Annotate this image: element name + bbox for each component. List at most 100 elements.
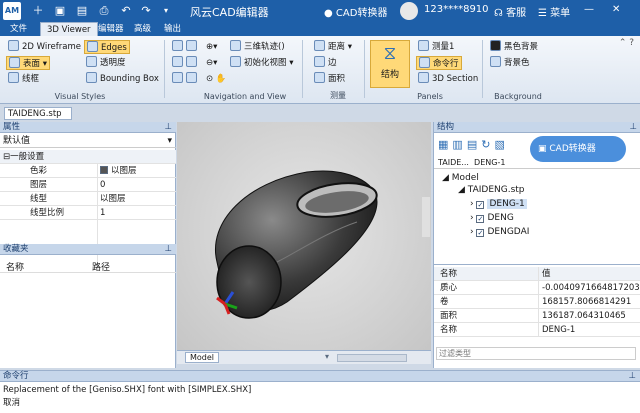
bg-color-button[interactable]: 背景色 xyxy=(488,56,532,70)
app-logo: AM xyxy=(3,2,21,20)
tree-node-deng[interactable]: › ✓ DENG xyxy=(470,213,514,223)
measure1-button[interactable]: 测量1 xyxy=(416,40,456,54)
bounding-box-button[interactable]: Bounding Box xyxy=(84,72,161,86)
prop-row[interactable]: 线型 以图层 xyxy=(0,192,176,206)
command-panel: 命令行 ⊥ Replacement of the [Geniso.SHX] fon… xyxy=(0,370,640,413)
divider xyxy=(482,40,483,98)
tab-3d-viewer[interactable]: 3D Viewer xyxy=(40,22,98,36)
prop-row[interactable]: 图层 0 xyxy=(0,178,176,192)
2d-wireframe-button[interactable]: 2D Wireframe xyxy=(6,40,83,54)
menu-button[interactable]: ☰ 菜单 xyxy=(538,4,570,19)
document-tab[interactable]: TAIDENG.stp ⊠ xyxy=(4,107,72,131)
wireframe-icon xyxy=(8,72,19,83)
init-view-button[interactable]: 初始化视图 ▾ xyxy=(228,56,295,70)
folder-icon[interactable]: ▣ xyxy=(52,3,68,19)
list-icon: ▦ xyxy=(438,138,453,151)
ribbon: 2D Wireframe Edges 表面 ▾ 透明度 线框 Bounding … xyxy=(0,36,640,104)
table-row[interactable]: 名称 DENG-1 xyxy=(434,323,640,337)
tree-node-deng1[interactable]: › ✓ DENG-1 xyxy=(470,199,527,209)
chevron-down-icon[interactable]: ▾ xyxy=(325,352,329,361)
converter-icon: ▣ xyxy=(538,144,547,154)
3d-viewport[interactable] xyxy=(177,122,431,362)
save-icon[interactable]: ▤ xyxy=(74,3,90,19)
edge-button[interactable]: 边 xyxy=(312,56,339,70)
command-line-button[interactable]: 命令行 xyxy=(416,56,462,70)
headset-icon: ☊ xyxy=(494,8,503,19)
defaults-dropdown[interactable]: 默认值 ▾ xyxy=(0,134,176,148)
distance-icon xyxy=(314,40,325,51)
checkbox[interactable]: ✓ xyxy=(476,201,485,209)
surface-button[interactable]: 表面 ▾ xyxy=(6,56,50,70)
nav-icon-b[interactable] xyxy=(170,56,202,70)
structure-toolbar[interactable]: ▦▥▤↻▧ xyxy=(438,138,509,151)
transparency-button[interactable]: 透明度 xyxy=(84,56,128,70)
print-icon[interactable]: ⎙ xyxy=(96,3,112,19)
tree-node-model[interactable]: ◢ Model xyxy=(442,173,479,183)
service-link[interactable]: ☊ 客服 xyxy=(494,4,526,19)
close-button[interactable]: ✕ xyxy=(612,4,620,15)
surface-icon xyxy=(9,57,20,68)
hand-icon[interactable]: ⊙ ✋ xyxy=(204,72,228,86)
table-row[interactable]: 质心-0.0040971664817203;-... xyxy=(434,281,640,295)
pin-icon[interactable]: ⊥ xyxy=(165,122,172,133)
edges-button[interactable]: Edges xyxy=(84,40,130,54)
orbit-icon xyxy=(230,40,241,51)
nav-icon-c[interactable] xyxy=(170,72,202,86)
bounding-box-icon xyxy=(86,72,97,83)
pin-icon[interactable]: ⊥ xyxy=(165,244,172,255)
model-tab[interactable]: Model xyxy=(185,352,220,363)
area-button[interactable]: 面积 xyxy=(312,72,347,86)
window-title: 风云CAD编辑器 xyxy=(190,6,269,19)
filter-input[interactable] xyxy=(436,347,636,360)
converter-link[interactable]: ● CAD转换器 xyxy=(324,4,387,19)
grid-icon: ▥ xyxy=(452,138,467,151)
wireframe-icon xyxy=(8,40,19,51)
tab-file[interactable]: 文件 xyxy=(4,22,33,36)
black-bg-icon xyxy=(490,40,501,51)
3d-section-button[interactable]: 3D Section xyxy=(416,72,480,86)
structure-button[interactable]: ⧖ 结构 xyxy=(370,40,410,88)
orbit-button[interactable]: 三维轨迹() xyxy=(228,40,287,54)
prop-row[interactable]: 线型比例 1 xyxy=(0,206,176,220)
redo-icon[interactable]: ↷ xyxy=(138,3,154,19)
bg-color-icon xyxy=(490,56,501,67)
command-output-line: 取消 xyxy=(3,398,21,408)
structure-header: 结构 ⊥ xyxy=(434,122,640,133)
checkbox[interactable]: ✓ xyxy=(476,229,485,237)
undo-icon[interactable]: ↶ xyxy=(118,3,134,19)
tab-advanced[interactable]: 高级 xyxy=(128,22,157,36)
edge-icon xyxy=(314,56,325,67)
prop-row[interactable]: 色彩 以图层 xyxy=(0,164,176,178)
wireframe-button[interactable]: 线框 xyxy=(6,72,41,86)
help-icon[interactable]: ⌃ ? xyxy=(619,38,634,48)
measure-icon xyxy=(418,40,429,51)
minimize-button[interactable]: — xyxy=(584,4,594,15)
table-row[interactable]: 卷 168157.8066814291 xyxy=(434,295,640,309)
nav-icon-a[interactable] xyxy=(170,40,202,54)
scroll-handle[interactable] xyxy=(422,197,430,237)
tab-output[interactable]: 输出 xyxy=(158,22,187,36)
tab-editor[interactable]: 编辑器 xyxy=(92,22,130,36)
dropdown-icon[interactable]: ▾ xyxy=(158,3,174,19)
zoom-out-icon[interactable]: ⊖▾ xyxy=(204,56,219,70)
pin-icon[interactable]: ⊥ xyxy=(629,371,636,382)
command-output-line: Replacement of the [Geniso.SHX] font wit… xyxy=(3,385,252,395)
viewport-bottom-bar: Model ▾ xyxy=(177,350,431,364)
tree-node-file[interactable]: ◢ TAIDENG.stp xyxy=(458,185,525,195)
distance-button[interactable]: 距离 ▾ xyxy=(312,40,354,54)
avatar[interactable] xyxy=(400,2,418,20)
lamp-model xyxy=(215,170,378,319)
converter-badge[interactable]: ▣ CAD转换器 xyxy=(530,136,626,162)
title-bar: AM ＋ ▣ ▤ ⎙ ↶ ↷ ▾ 风云CAD编辑器 ● CAD转换器 123**… xyxy=(0,0,640,22)
tree-node-dengdai[interactable]: › ✓ DENGDAI xyxy=(470,227,529,237)
table-row[interactable]: 面积 136187.064310465 xyxy=(434,309,640,323)
horizontal-scrollbar[interactable] xyxy=(337,354,407,362)
zoom-icon[interactable]: ⊕▾ xyxy=(204,40,219,54)
pin-icon[interactable]: ⊥ xyxy=(630,122,637,133)
black-bg-button[interactable]: 黑色背景 xyxy=(488,40,540,54)
section-general[interactable]: ⊟一般设置 xyxy=(0,150,176,164)
plus-icon[interactable]: ＋ xyxy=(30,3,46,19)
transparency-icon xyxy=(86,56,97,67)
checkbox[interactable]: ✓ xyxy=(476,215,485,223)
area-icon xyxy=(314,72,325,83)
